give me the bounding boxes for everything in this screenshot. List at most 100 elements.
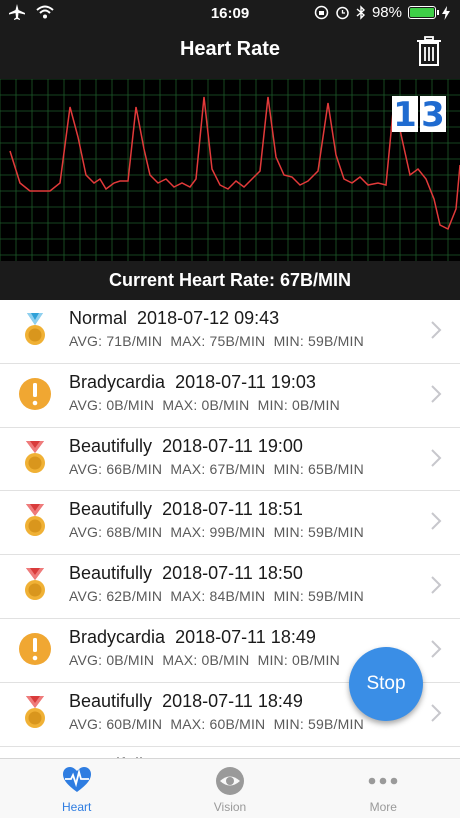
chevron-right-icon — [431, 448, 442, 467]
min-value: 59B/MIN — [308, 715, 364, 732]
min-value: 0B/MIN — [292, 651, 340, 668]
record-status: Normal — [69, 308, 128, 328]
tab-bar: Heart Vision More — [0, 758, 460, 818]
record-stats: AVG: 66B/MIN MAX: 67B/MIN MIN: 65B/MIN — [69, 461, 364, 477]
max-label: MAX: — [170, 460, 206, 477]
max-value: 0B/MIN — [201, 396, 250, 413]
avg-value: 62B/MIN — [106, 588, 163, 605]
max-label: MAX: — [170, 588, 206, 605]
record-datetime: 2018-07-11 18:49 — [175, 626, 316, 647]
record-datetime: 2018-07-11 19:03 — [175, 371, 316, 392]
tab-label: Vision — [213, 800, 247, 814]
record-datetime: 2018-07-11 19:00 — [162, 435, 303, 456]
avg-label: AVG: — [69, 588, 103, 605]
record-stats: AVG: 68B/MIN MAX: 99B/MIN MIN: 59B/MIN — [69, 524, 364, 540]
medal-gold-icon — [25, 313, 45, 345]
list-item[interactable]: Bradycardia 2018-07-11 19:03 AVG: 0B/MIN … — [0, 364, 460, 428]
avg-label: AVG: — [69, 333, 103, 349]
tab-label: More — [369, 800, 397, 814]
record-status: Beautifully — [69, 499, 153, 520]
chevron-right-icon — [431, 321, 442, 339]
min-label: MIN: — [257, 651, 288, 668]
tab-more[interactable]: More — [307, 759, 460, 818]
min-value: 0B/MIN — [292, 396, 340, 413]
list-item[interactable]: Beautifully 2018-07-11 18:48AVG: MAX: MI… — [0, 747, 460, 758]
warning-icon — [19, 632, 51, 665]
min-value: 59B/MIN — [308, 333, 364, 349]
record-counter: 1 3 — [392, 95, 446, 135]
avg-label: AVG: — [69, 524, 103, 541]
record-status: Bradycardia — [69, 371, 166, 392]
header: 16:09 98% Heart Rate 1 3 Current Heart R… — [0, 0, 460, 300]
record-title: Bradycardia 2018-07-11 19:03 — [69, 372, 316, 393]
max-value: 99B/MIN — [209, 524, 266, 541]
avg-value: 66B/MIN — [106, 460, 163, 477]
max-value: 84B/MIN — [209, 588, 266, 605]
record-stats: AVG: 71B/MIN MAX: 75B/MIN MIN: 59B/MIN — [69, 333, 364, 349]
record-stats: AVG: 0B/MIN MAX: 0B/MIN MIN: 0B/MIN — [69, 397, 340, 413]
avg-value: 60B/MIN — [106, 715, 163, 732]
record-title: Beautifully 2018-07-11 18:50 — [69, 563, 303, 584]
tab-label: Heart — [61, 800, 92, 814]
list-item[interactable]: Beautifully 2018-07-11 18:50 AVG: 62B/MIN… — [0, 555, 460, 619]
max-label: MAX: — [162, 396, 198, 413]
status-bar: 16:09 98% — [0, 0, 460, 28]
min-label: MIN: — [273, 715, 304, 732]
alarm-icon — [336, 6, 349, 20]
heart-pulse-icon — [62, 767, 91, 792]
record-stats: AVG: 62B/MIN MAX: 84B/MIN MIN: 59B/MIN — [69, 588, 364, 604]
avg-label: AVG: — [69, 715, 103, 732]
medal-red-icon — [25, 695, 45, 728]
max-value: 67B/MIN — [209, 460, 266, 477]
list-item[interactable]: Beautifully 2018-07-11 19:00 AVG: 66B/MIN… — [0, 428, 460, 492]
list-item[interactable]: Beautifully 2018-07-11 18:51 AVG: 68B/MIN… — [0, 491, 460, 556]
max-label: MAX: — [170, 715, 206, 732]
min-value: 59B/MIN — [308, 588, 364, 605]
chevron-right-icon — [431, 704, 442, 722]
record-title: Normal 2018-07-12 09:43 — [69, 308, 279, 329]
tab-vision[interactable]: Vision — [153, 759, 306, 818]
current-heart-rate: Current Heart Rate: 67B/MIN — [108, 270, 352, 290]
chevron-right-icon — [431, 385, 442, 403]
record-datetime: 2018-07-11 18:50 — [162, 563, 303, 584]
avg-value: 0B/MIN — [106, 651, 155, 668]
chevron-right-icon — [431, 576, 442, 594]
list-item[interactable]: Normal 2018-07-12 09:43 AVG: 71B/MIN MAX:… — [0, 300, 460, 364]
min-label: MIN: — [273, 588, 304, 605]
rotation-lock-icon — [314, 5, 329, 20]
avg-value: 0B/MIN — [106, 396, 155, 413]
max-value: 0B/MIN — [201, 651, 250, 668]
min-label: MIN: — [273, 460, 304, 477]
medal-red-icon — [25, 568, 45, 601]
max-value: 75B/MIN — [209, 333, 266, 349]
max-label: MAX: — [162, 651, 198, 668]
min-value: 65B/MIN — [308, 460, 364, 477]
page-title: Heart Rate — [179, 38, 281, 60]
medal-red-icon — [25, 440, 45, 473]
medal-red-icon — [25, 504, 45, 537]
warning-icon — [19, 377, 51, 410]
tab-heart[interactable]: Heart — [0, 759, 153, 818]
record-datetime: 2018-07-11 18:51 — [162, 499, 303, 520]
max-value: 60B/MIN — [209, 715, 266, 732]
bluetooth-icon — [356, 5, 365, 20]
avg-label: AVG: — [69, 460, 103, 477]
record-title: Beautifully 2018-07-11 18:49 — [69, 691, 303, 712]
avg-label: AVG: — [69, 396, 103, 413]
max-label: MAX: — [170, 524, 206, 541]
record-datetime: 2018-07-11 18:49 — [162, 690, 303, 711]
stop-button[interactable]: Stop — [349, 647, 423, 721]
avg-label: AVG: — [69, 651, 103, 668]
counter-digit: 3 — [420, 95, 446, 135]
charging-icon — [442, 5, 450, 20]
record-title: Bradycardia 2018-07-11 18:49 — [69, 627, 316, 648]
record-status: Beautifully — [69, 563, 153, 584]
battery-percent: 98% — [371, 4, 402, 21]
avg-value: 71B/MIN — [106, 333, 163, 349]
record-status: Bradycardia — [69, 626, 166, 647]
trash-icon[interactable] — [416, 36, 442, 66]
min-value: 59B/MIN — [308, 524, 364, 541]
ecg-grid — [0, 79, 460, 261]
record-title: Beautifully 2018-07-11 18:51 — [69, 499, 303, 520]
record-stats: AVG: 60B/MIN MAX: 60B/MIN MIN: 59B/MIN — [69, 716, 364, 732]
